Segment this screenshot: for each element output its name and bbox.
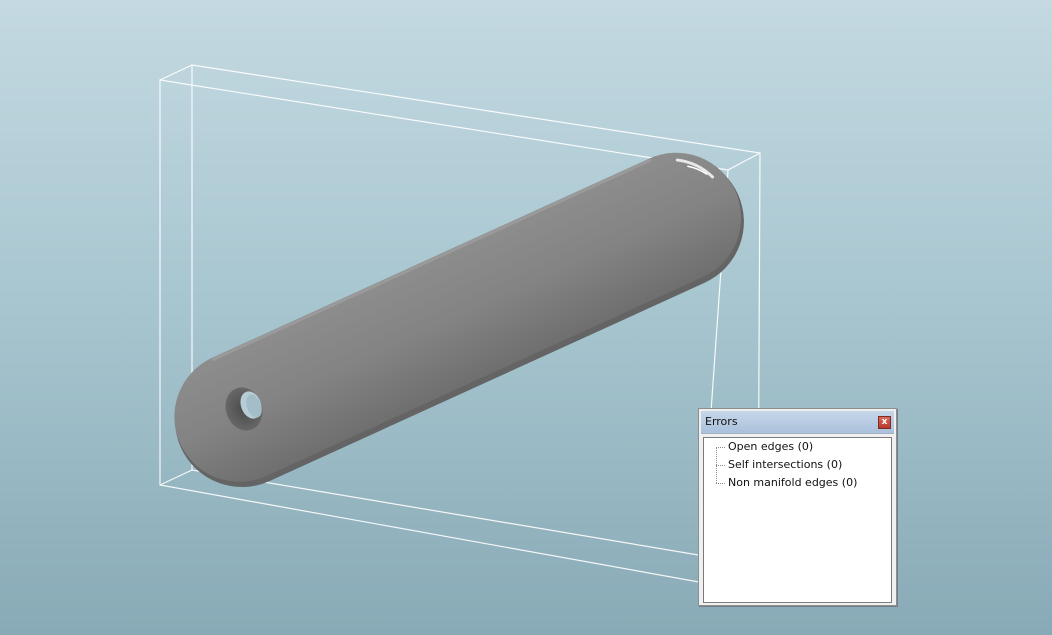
bounding-box-edge: [159, 469, 193, 486]
bounding-box-edge: [159, 64, 193, 81]
3d-viewport[interactable]: Errors x Open edges (0) Self intersectio…: [0, 0, 1052, 635]
tree-item-self-intersections[interactable]: Self intersections (0): [728, 458, 842, 471]
tree-connector: [716, 483, 725, 484]
model-body: [174, 152, 742, 482]
tree-connector: [716, 465, 725, 466]
errors-tree[interactable]: Open edges (0) Self intersections (0) No…: [703, 437, 892, 603]
bounding-box-edge: [727, 152, 761, 171]
tree-item-non-manifold-edges[interactable]: Non manifold edges (0): [728, 476, 857, 489]
errors-panel: Errors x Open edges (0) Self intersectio…: [698, 408, 897, 606]
errors-titlebar[interactable]: Errors x: [701, 411, 894, 434]
close-button[interactable]: x: [878, 416, 891, 429]
tree-connector: [716, 447, 725, 448]
3d-model[interactable]: [152, 131, 765, 509]
tree-item-open-edges[interactable]: Open edges (0): [728, 440, 813, 453]
errors-title: Errors: [705, 415, 738, 428]
